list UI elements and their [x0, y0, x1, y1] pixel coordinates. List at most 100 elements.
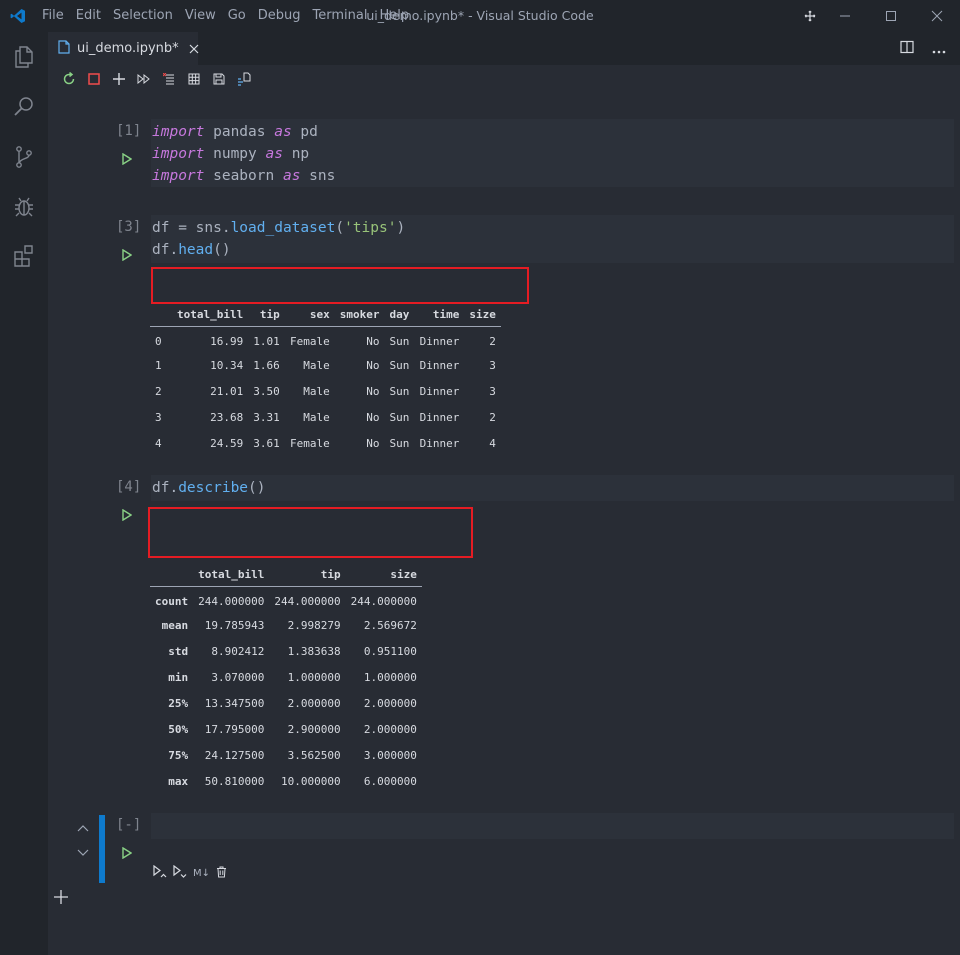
table-cell: 0.951100	[363, 644, 417, 658]
table-header-row: total_bill tip sex smoker day time size	[150, 304, 501, 327]
run-above-icon[interactable]	[153, 864, 167, 882]
run-all-icon[interactable]	[131, 67, 156, 91]
table-cell: 50.810000	[204, 774, 265, 788]
table-cell: 21.01	[210, 384, 244, 398]
menu-go[interactable]: Go	[222, 0, 252, 32]
cell-1-code[interactable]: import pandas as pd import numpy as np i…	[151, 119, 954, 187]
code-token: as	[274, 124, 292, 140]
row-index: 3	[155, 410, 162, 424]
cell-4-prompt: [-]	[116, 817, 142, 833]
menu-debug[interactable]: Debug	[252, 0, 307, 32]
table-cell: 3.070000	[211, 670, 265, 684]
table-cell: Female	[289, 436, 330, 450]
column-header	[150, 564, 194, 587]
table-cell: 1.000000	[287, 670, 341, 684]
column-header: total_bill	[172, 304, 249, 327]
row-index: 25%	[168, 696, 189, 710]
table-cell: No	[366, 384, 380, 398]
table-cell: Dinner	[419, 358, 460, 372]
table-row: max 50.810000 10.000000 6.000000	[150, 768, 422, 794]
column-header: total_bill	[193, 564, 270, 587]
table-cell: Dinner	[419, 384, 460, 398]
export-icon[interactable]	[231, 67, 256, 91]
table-row: 25% 13.347500 2.000000 2.000000	[150, 690, 422, 716]
column-header: smoker	[334, 304, 385, 327]
menu-file[interactable]: File	[36, 0, 70, 32]
notebook-toolbar	[48, 65, 960, 93]
table-cell: 2	[489, 334, 496, 348]
row-index: 75%	[168, 748, 189, 762]
table-cell: Dinner	[419, 410, 460, 424]
minimize-button[interactable]	[822, 0, 868, 32]
table-cell: No	[366, 410, 380, 424]
row-index: count	[155, 594, 189, 608]
move-cell-down-icon[interactable]	[77, 842, 91, 861]
menu-view[interactable]: View	[179, 0, 222, 32]
code-token: import	[152, 168, 205, 184]
explorer-icon[interactable]	[0, 32, 48, 82]
row-index: 0	[155, 334, 162, 348]
delete-cell-icon[interactable]	[216, 866, 227, 881]
row-index: 1	[155, 358, 162, 372]
cell-3-code[interactable]: df.describe()	[151, 475, 954, 501]
head-output-table: total_bill tip sex smoker day time size 0 16.99 1…	[150, 304, 501, 456]
describe-output-table: total_bill tip size count 244.000000 244.0000…	[150, 564, 422, 794]
table-row: 2 21.01 3.50 Male No Sun Dinner 3	[150, 378, 501, 404]
move-cell-up-icon[interactable]	[77, 817, 91, 836]
variables-icon[interactable]	[181, 67, 206, 91]
clear-outputs-icon[interactable]	[156, 67, 181, 91]
table-cell: 17.795000	[204, 722, 265, 736]
table-cell: 1.383638	[287, 644, 341, 658]
interrupt-kernel-icon[interactable]	[81, 67, 106, 91]
table-cell: Sun	[389, 436, 410, 450]
table-cell: 10.000000	[280, 774, 341, 788]
row-index: min	[168, 670, 189, 684]
tab-ui-demo[interactable]: ui_demo.ipynb*	[48, 32, 199, 65]
restart-kernel-icon[interactable]	[56, 67, 81, 91]
table-cell: Female	[289, 334, 330, 348]
table-cell: 3.000000	[363, 748, 417, 762]
save-icon[interactable]	[206, 67, 231, 91]
code-token: 'tips'	[344, 220, 397, 236]
extensions-icon[interactable]	[0, 232, 48, 282]
debug-icon[interactable]	[0, 182, 48, 232]
table-cell: No	[366, 436, 380, 450]
close-tab-icon[interactable]	[189, 41, 199, 57]
split-editor-icon[interactable]	[900, 39, 914, 58]
layout-control-icon[interactable]	[798, 0, 822, 32]
table-cell: 16.99	[210, 334, 244, 348]
notebook-editor: [1] import pandas as pd import numpy as …	[48, 93, 960, 955]
add-cell-below-icon[interactable]	[52, 888, 70, 906]
table-cell: 10.34	[210, 358, 244, 372]
menu-help[interactable]: Help	[373, 0, 415, 32]
table-cell: 2.000000	[287, 696, 341, 710]
more-actions-icon[interactable]	[932, 39, 946, 58]
add-cell-icon[interactable]	[106, 67, 131, 91]
column-header: time	[414, 304, 465, 327]
run-cell-3-icon[interactable]	[120, 508, 134, 522]
run-below-icon[interactable]	[173, 864, 187, 882]
table-cell: Male	[303, 358, 330, 372]
row-index: 50%	[168, 722, 189, 736]
run-cell-1-icon[interactable]	[120, 152, 134, 166]
table-cell: 2.998279	[287, 618, 341, 632]
menu-edit[interactable]: Edit	[70, 0, 107, 32]
run-cell-2-icon[interactable]	[120, 248, 134, 262]
maximize-button[interactable]	[868, 0, 914, 32]
vscode-logo-icon	[0, 0, 36, 32]
table-row: count 244.000000 244.000000 244.000000	[150, 586, 422, 612]
cell-2-code[interactable]: df = sns.load_dataset('tips') df.head()	[151, 215, 954, 263]
source-control-icon[interactable]	[0, 132, 48, 182]
close-window-button[interactable]	[914, 0, 960, 32]
table-cell: 2	[489, 410, 496, 424]
run-cell-4-icon[interactable]	[120, 846, 134, 860]
markdown-toggle-button[interactable]: M↓	[193, 868, 210, 879]
cell-4-code[interactable]	[151, 813, 954, 839]
table-cell: 19.785943	[204, 618, 265, 632]
menu-terminal[interactable]: Terminal	[307, 0, 374, 32]
column-header: size	[345, 564, 422, 587]
table-cell: 8.902412	[211, 644, 265, 658]
menu-selection[interactable]: Selection	[107, 0, 179, 32]
column-header: tip	[269, 564, 346, 587]
search-icon[interactable]	[0, 82, 48, 132]
